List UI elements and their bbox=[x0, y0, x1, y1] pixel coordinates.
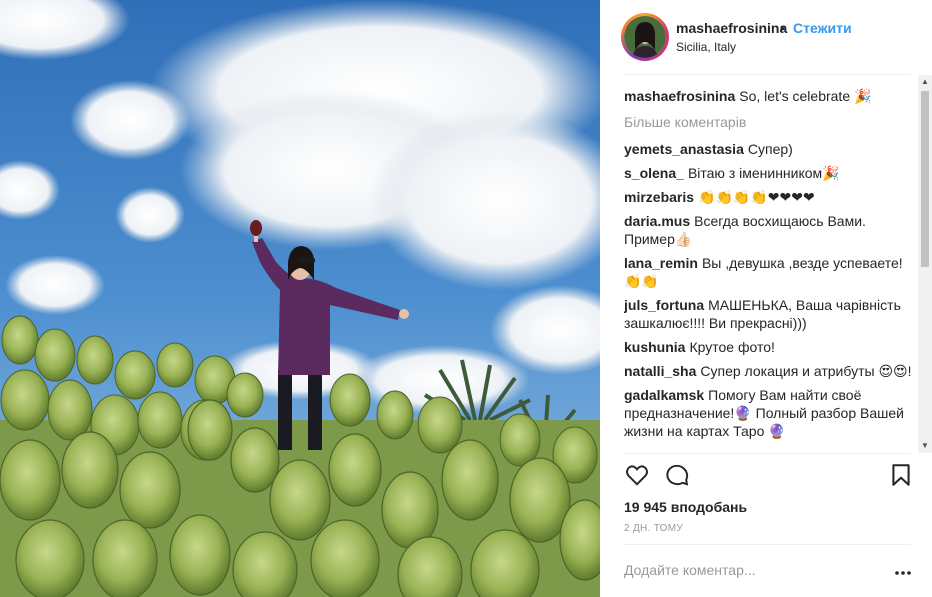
actions-divider bbox=[624, 453, 911, 454]
post-sidebar: mashaefrosinina • Стежити Sicilia, Italy… bbox=[600, 0, 932, 597]
comment-item: lana_remin Вы ,девушка ,везде успеваете! … bbox=[624, 254, 914, 290]
add-comment-input[interactable] bbox=[624, 562, 824, 578]
follow-button[interactable]: Стежити bbox=[793, 20, 852, 36]
likes-count[interactable]: 19 945 вподобань bbox=[624, 499, 747, 515]
comment-username[interactable]: natalli_sha bbox=[624, 363, 696, 379]
load-more-comments-link[interactable]: Більше коментарів bbox=[624, 113, 914, 131]
comment-username[interactable]: mirzebaris bbox=[624, 189, 694, 205]
comment-text: Супер локация и атрибуты 😍😍! bbox=[700, 363, 912, 379]
avatar-photo-icon bbox=[624, 16, 666, 58]
post-header: mashaefrosinina • Стежити Sicilia, Italy bbox=[600, 0, 932, 74]
comment-text: 👏👏👏👏❤❤❤❤ bbox=[698, 189, 815, 205]
instagram-post: mashaefrosinina • Стежити Sicilia, Italy… bbox=[0, 0, 932, 597]
comment-item: kushunia Крутое фото! bbox=[624, 338, 914, 356]
scroll-up-arrow-icon[interactable]: ▲ bbox=[918, 75, 932, 89]
header-separator: • bbox=[780, 20, 785, 36]
ellipsis-icon[interactable] bbox=[894, 565, 912, 575]
comment-text: Вітаю з іменинником🎉 bbox=[687, 165, 840, 181]
header-username[interactable]: mashaefrosinina bbox=[676, 20, 787, 36]
avatar-image bbox=[624, 16, 666, 58]
heart-outline-icon[interactable] bbox=[624, 462, 652, 490]
comment-item: daria.mus Всегда восхищаюсь Вами. Пример👍… bbox=[624, 212, 914, 248]
comment-username[interactable]: lana_remin bbox=[624, 255, 698, 271]
comment-item: yemets_anastasia Супер) bbox=[624, 140, 914, 158]
comment-item: gadalkamsk Помогу Вам найти своё предназн… bbox=[624, 386, 914, 440]
caption: mashaefrosinina So, let's celebrate 🎉 bbox=[624, 87, 914, 105]
location-link[interactable]: Sicilia, Italy bbox=[676, 40, 736, 54]
comment-username[interactable]: s_olena_ bbox=[624, 165, 684, 181]
action-bar bbox=[624, 462, 914, 492]
speech-bubble-icon[interactable] bbox=[664, 462, 692, 490]
scroll-down-arrow-icon[interactable]: ▼ bbox=[918, 439, 932, 453]
comments-list[interactable]: mashaefrosinina So, let's celebrate 🎉 Біл… bbox=[624, 87, 914, 452]
post-photo-image bbox=[0, 0, 600, 597]
post-timestamp[interactable]: 2 ДН. ТОМУ bbox=[624, 523, 683, 534]
comment-text: Крутое фото! bbox=[689, 339, 775, 355]
comment-input-divider bbox=[624, 544, 911, 545]
caption-text: So, let's celebrate 🎉 bbox=[739, 88, 872, 104]
comment-username[interactable]: daria.mus bbox=[624, 213, 690, 229]
comment-username[interactable]: yemets_anastasia bbox=[624, 141, 744, 157]
comment-item: s_olena_ Вітаю з іменинником🎉 bbox=[624, 164, 914, 182]
header-divider bbox=[624, 74, 911, 75]
bookmark-icon[interactable] bbox=[888, 462, 916, 490]
comment-text: Супер) bbox=[747, 141, 793, 157]
caption-username[interactable]: mashaefrosinina bbox=[624, 88, 735, 104]
comment-username[interactable]: juls_fortuna bbox=[624, 297, 704, 313]
post-photo[interactable] bbox=[0, 0, 600, 597]
comment-item: natalli_sha Супер локация и атрибуты 😍😍! bbox=[624, 362, 914, 380]
scrollbar-thumb[interactable] bbox=[921, 91, 929, 267]
comment-item: juls_fortuna МАШЕНЬКА, Ваша чарівність за… bbox=[624, 296, 914, 332]
comments-scrollbar[interactable]: ▲ ▼ bbox=[918, 75, 932, 453]
avatar[interactable] bbox=[621, 13, 669, 61]
comment-item: mirzebaris 👏👏👏👏❤❤❤❤ bbox=[624, 188, 914, 206]
comment-username[interactable]: kushunia bbox=[624, 339, 685, 355]
comment-username[interactable]: gadalkamsk bbox=[624, 387, 704, 403]
